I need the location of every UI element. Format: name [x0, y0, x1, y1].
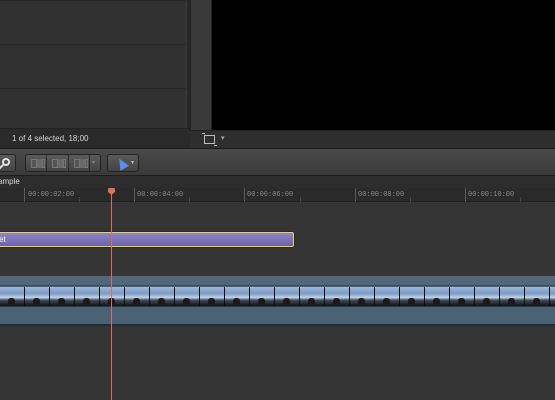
timeline-search-button[interactable] — [0, 154, 16, 172]
append-clip-icon — [73, 159, 88, 168]
ruler-label: 00:00:02:00 — [28, 191, 75, 199]
filmstrip-frame — [125, 287, 149, 306]
select-arrow-icon — [114, 156, 130, 171]
filmstrip-frame — [375, 287, 399, 306]
insert-clip-button[interactable] — [47, 155, 69, 171]
filmstrip-frame — [150, 287, 174, 306]
ruler-tick — [134, 188, 135, 202]
ruler-label: 00:00:10:00 — [468, 191, 515, 199]
lane-divider — [0, 324, 555, 326]
audio-waveform-area — [0, 306, 555, 324]
selection-status: 1 of 4 selected, 18;00 — [12, 134, 89, 143]
search-icon-handle — [0, 164, 4, 170]
chevron-down-icon: ▾ — [131, 160, 135, 166]
video-clip-header — [0, 276, 555, 286]
event-browser[interactable]: 1 of 4 selected, 18;00 — [0, 0, 190, 148]
filmstrip-frame — [500, 287, 524, 306]
ruler-label: 00:00:08:00 — [358, 191, 405, 199]
primary-video-clip[interactable] — [0, 276, 555, 324]
filmstrip-frame — [350, 287, 374, 306]
filmstrip-frame — [0, 287, 24, 306]
title-clip-label: et — [0, 235, 6, 244]
filmstrip-frame — [75, 287, 99, 306]
crop-menu-chevron-icon[interactable]: ▾ — [221, 134, 225, 142]
viewer-canvas[interactable] — [212, 0, 555, 130]
ruler-label: 00:00:06:00 — [247, 191, 294, 199]
ruler-label: 00:00:04:00 — [137, 191, 184, 199]
filmstrip-frame — [525, 287, 549, 306]
chevron-down-icon: ▾ — [91, 160, 95, 166]
ruler-tick — [24, 188, 25, 202]
insert-clip-icon — [52, 159, 67, 168]
project-title-bar: ample — [0, 176, 555, 188]
filmstrip-frame — [250, 287, 274, 306]
ruler-tick — [244, 188, 245, 202]
filmstrip-frame — [175, 287, 199, 306]
filmstrip-frame — [225, 287, 249, 306]
filmstrip-frame — [550, 287, 555, 306]
filmstrip-frame — [100, 287, 124, 306]
project-name: ample — [0, 177, 20, 186]
tool-selector-button[interactable]: ▾ — [107, 154, 139, 172]
viewer-toolbar: ▾ — [190, 130, 555, 148]
filmstrip-frame — [325, 287, 349, 306]
timeline-area[interactable]: et — [0, 202, 555, 400]
timeline-ruler[interactable]: 00:00:02:00 00:00:04:00 00:00:06:00 00:0… — [0, 188, 555, 202]
ruler-tick — [465, 188, 466, 202]
edit-mode-menu[interactable]: ▾ — [90, 155, 100, 171]
edit-mode-buttons: ▾ — [25, 154, 101, 172]
connect-clip-button[interactable] — [26, 155, 48, 171]
timeline-toolbar: ▾ ▾ — [0, 148, 555, 176]
filmstrip-frame — [475, 287, 499, 306]
filmstrip-frame — [300, 287, 324, 306]
filmstrip-frame — [425, 287, 449, 306]
panel-splitter[interactable] — [190, 0, 212, 148]
filmstrip-frame — [25, 287, 49, 306]
filmstrip-frame — [450, 287, 474, 306]
filmstrip-frame — [400, 287, 424, 306]
filmstrip-frame — [50, 287, 74, 306]
filmstrip-frame — [275, 287, 299, 306]
ruler-tick — [355, 188, 356, 202]
append-clip-button[interactable] — [69, 155, 90, 171]
crop-icon[interactable] — [202, 133, 217, 146]
connect-clip-icon — [31, 159, 45, 168]
browser-status-bar: 1 of 4 selected, 18;00 — [0, 128, 190, 148]
video-filmstrip — [0, 287, 555, 306]
filmstrip-frame — [200, 287, 224, 306]
title-clip[interactable]: et — [0, 232, 294, 247]
browser-clip-grid[interactable] — [0, 0, 186, 128]
playhead[interactable] — [111, 190, 112, 400]
